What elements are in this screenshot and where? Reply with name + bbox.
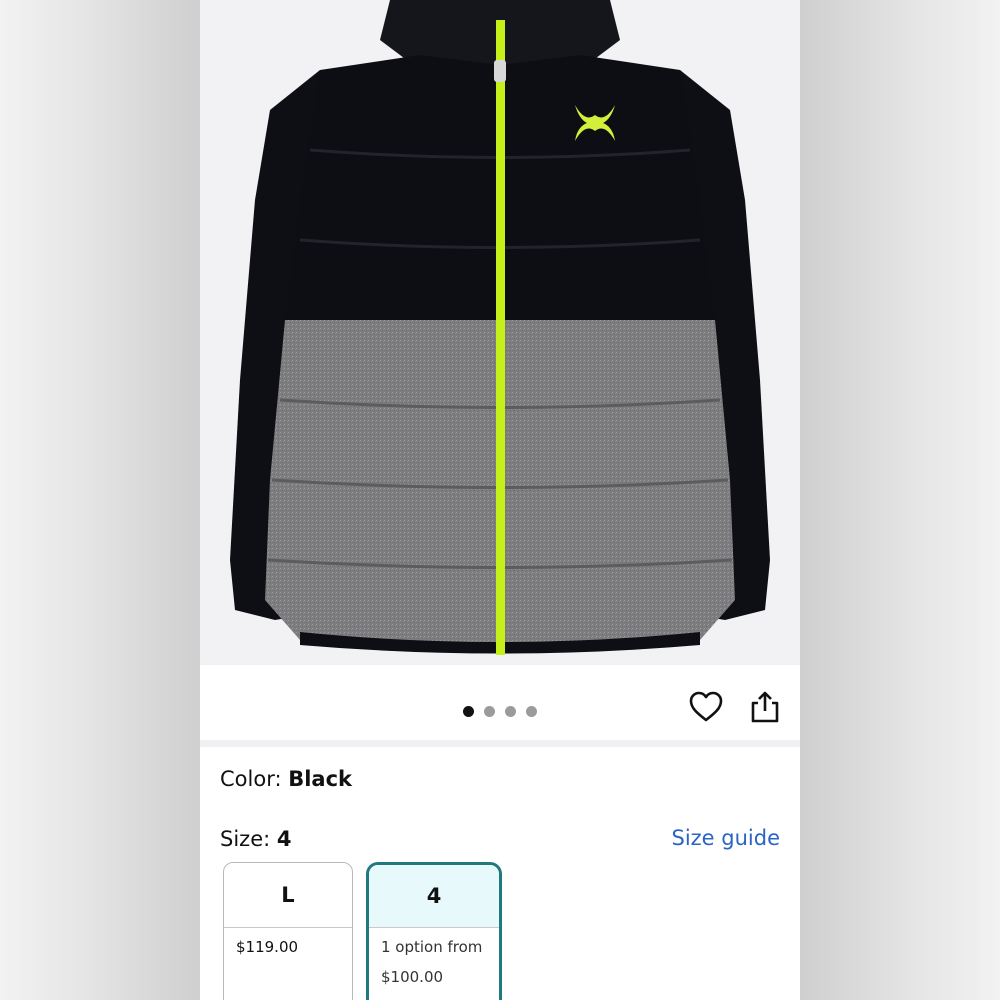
color-value: Black [288,767,353,791]
product-details: Color: Black Size: 4 Size guide L $119.0… [200,747,800,1000]
share-button[interactable] [748,689,782,725]
favorite-button[interactable] [688,689,724,725]
pagination-dot-2[interactable] [484,706,495,717]
size-guide-link[interactable]: Size guide [671,826,780,850]
size-option-l[interactable]: L $119.00 [223,862,353,1000]
size-option-4-selected[interactable]: 4 1 option from $100.00 [366,862,502,1000]
product-gallery [200,0,800,740]
pagination-dot-3[interactable] [505,706,516,717]
size-option-price: $100.00 [381,968,444,986]
size-value: 4 [276,827,292,851]
size-option-label: L [224,863,352,928]
size-option-price: $119.00 [236,938,299,956]
background-right [800,0,1000,1000]
background-left [0,0,200,1000]
size-label: Size: [220,827,277,851]
color-selection: Color: Black [220,767,352,791]
size-selection: Size: 4 [220,827,291,851]
share-icon [751,691,779,723]
size-option-label: 4 [369,865,499,928]
product-page: Color: Black Size: 4 Size guide L $119.0… [200,0,800,1000]
jacket-illustration [230,0,770,655]
product-image[interactable] [200,0,800,665]
pagination-dot-4[interactable] [526,706,537,717]
heart-icon [689,691,723,722]
size-option-options-text: 1 option from [381,938,483,956]
pagination-dot-1[interactable] [463,706,474,717]
color-label: Color: [220,767,289,791]
